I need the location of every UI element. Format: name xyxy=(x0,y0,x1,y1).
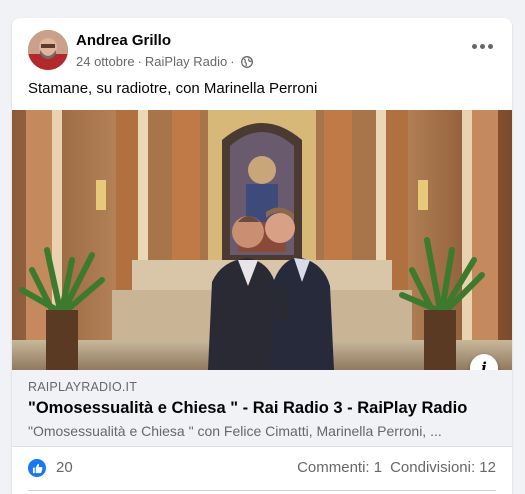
like-count[interactable]: 20 xyxy=(56,459,73,476)
engagement-counts: Commenti: 1 Condivisioni: 12 xyxy=(297,459,496,476)
link-title[interactable]: "Omosessualità e Chiesa " - Rai Radio 3 … xyxy=(28,399,467,418)
post-text: Stamane, su radiotre, con Marinella Perr… xyxy=(28,80,318,97)
meta-separator: · xyxy=(230,54,235,69)
reactions-bar: 20 Commenti: 1 Condivisioni: 12 xyxy=(28,446,496,491)
more-options-icon[interactable] xyxy=(468,36,496,56)
post-meta: 24 ottobre · RaiPlay Radio · xyxy=(76,54,253,71)
globe-icon xyxy=(240,56,253,71)
shares-count[interactable]: Condivisioni: 12 xyxy=(390,459,496,476)
meta-separator: · xyxy=(137,54,142,69)
link-domain: RAIPLAYRADIO.IT xyxy=(28,380,138,394)
author-avatar[interactable] xyxy=(28,30,68,70)
post-header: Andrea Grillo 24 ottobre · RaiPlay Radio · xyxy=(28,30,496,72)
post-card: Andrea Grillo 24 ottobre · RaiPlay Radio · … xyxy=(12,18,512,494)
comments-count[interactable]: Commenti: 1 xyxy=(297,459,382,476)
link-preview-image[interactable]: i xyxy=(12,110,512,370)
post-page-link[interactable]: RaiPlay Radio xyxy=(145,54,227,69)
link-description: "Omosessualità e Chiesa " con Felice Cim… xyxy=(28,423,442,439)
author-name[interactable]: Andrea Grillo xyxy=(76,32,171,49)
like-icon[interactable] xyxy=(28,459,46,477)
post-date[interactable]: 24 ottobre xyxy=(76,54,135,69)
link-preview[interactable]: RAIPLAYRADIO.IT "Omosessualità e Chiesa … xyxy=(12,370,512,447)
